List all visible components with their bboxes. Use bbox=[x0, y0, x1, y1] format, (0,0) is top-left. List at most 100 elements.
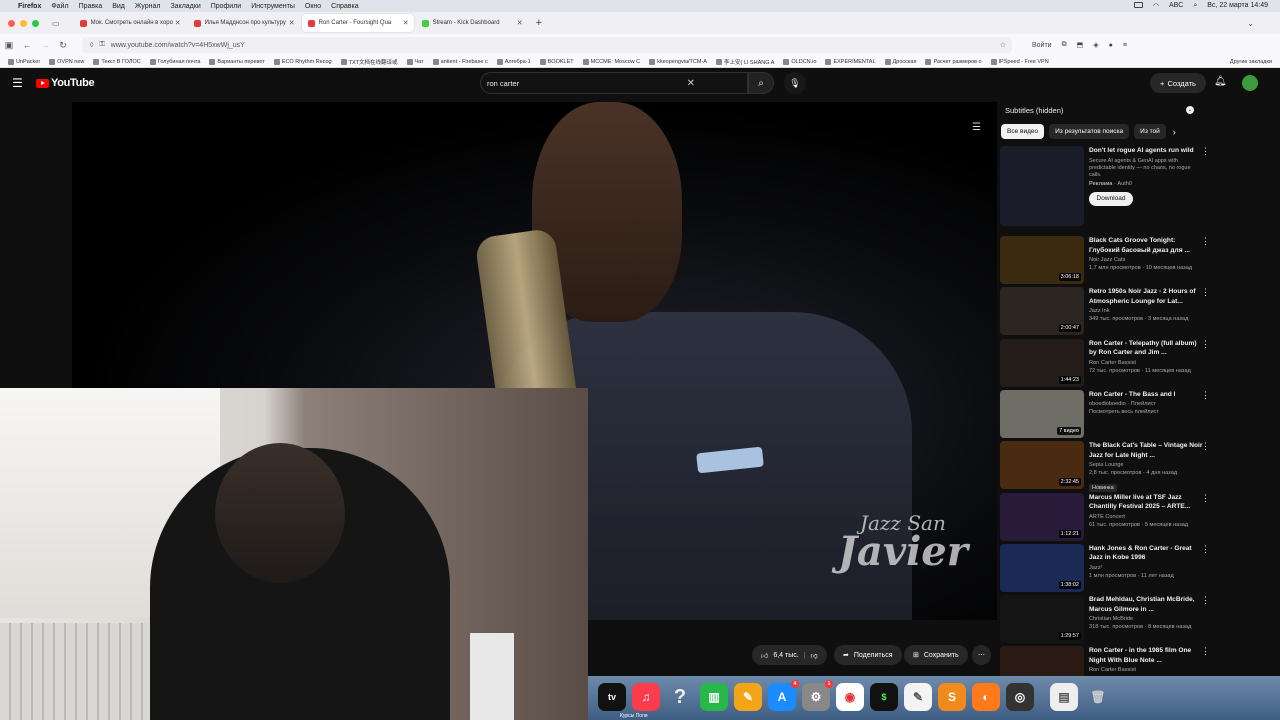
menu-tools[interactable]: Инструменты bbox=[251, 3, 295, 10]
tab-3-active[interactable]: Ron Carter - Foursight Qua ✕ bbox=[301, 14, 414, 32]
close-tab-icon[interactable]: ✕ bbox=[517, 19, 523, 27]
tab-4[interactable]: Stream - Kick Dashboard ✕ bbox=[416, 14, 528, 32]
video-thumbnail[interactable]: 7 видео bbox=[1000, 389, 1084, 438]
menu-help[interactable]: Справка bbox=[331, 3, 358, 10]
menubar-datetime[interactable]: Вс, 22 марта 14:49 bbox=[1207, 2, 1268, 10]
video-thumbnail[interactable]: 3:06:18 bbox=[1000, 236, 1084, 284]
video-title[interactable]: Retro 1950s Noir Jazz - 2 Hours of Atmos… bbox=[1089, 287, 1203, 306]
bookmark-item[interactable]: BOOKLET bbox=[539, 58, 574, 65]
bookmark-item[interactable]: Голубиная почта bbox=[149, 58, 200, 65]
ad-title[interactable]: Don't let rogue AI agents run wild bbox=[1089, 146, 1203, 156]
thumbs-down-icon[interactable]: 👎︎ bbox=[811, 651, 818, 660]
more-icon[interactable]: ⋮ bbox=[1201, 595, 1210, 606]
chip-from-channel[interactable]: Из той bbox=[1134, 124, 1166, 139]
subtitles-panel-header[interactable]: Subtitles (hidden) ⌄ bbox=[998, 102, 1280, 118]
bookmark-item[interactable]: TXT文档在线翻译或 bbox=[340, 58, 398, 66]
recommended-video[interactable]: 1:12:21 Marcus Miller live at TSF Jazz Ch… bbox=[1000, 492, 1210, 541]
wifi-icon[interactable]: ◠ bbox=[1153, 2, 1159, 10]
chip-from-search[interactable]: Из результатов поиска bbox=[1049, 124, 1130, 139]
menu-history[interactable]: Журнал bbox=[135, 3, 161, 10]
bookmark-item[interactable]: IPSpeed - Free VPN bbox=[990, 58, 1049, 65]
channel-name[interactable]: Sepia Lounge bbox=[1089, 462, 1203, 468]
bookmark-item[interactable]: kkeopengvia/TCM-A bbox=[649, 58, 707, 65]
tab-1[interactable]: Мок. Смотреть онлайн в хоро ✕ bbox=[74, 14, 186, 32]
close-tab-icon[interactable]: ✕ bbox=[289, 19, 295, 27]
menu-bookmarks[interactable]: Закладки bbox=[170, 3, 200, 10]
menu-profiles[interactable]: Профили bbox=[211, 3, 241, 10]
video-thumbnail[interactable]: 2:32:45 bbox=[1000, 441, 1084, 490]
other-bookmarks[interactable]: Другие закладки bbox=[1230, 59, 1280, 65]
voice-search-button[interactable]: 🎙 bbox=[784, 72, 806, 94]
bookmark-item[interactable]: OVPN new bbox=[49, 58, 84, 65]
bookmark-item[interactable]: MCCME: Moscow C bbox=[582, 58, 640, 65]
recommended-video[interactable]: 2:32:45 The Black Cat's Table – Vintage N… bbox=[1000, 441, 1210, 494]
create-button[interactable]: + Создать bbox=[1150, 73, 1206, 93]
bookmark-item[interactable]: antient - Firebase c bbox=[432, 58, 488, 65]
chevron-right-icon[interactable]: › bbox=[1173, 127, 1176, 137]
recommended-video[interactable]: 3:06:18 Black Cats Groove Tonight: Глубок… bbox=[1000, 236, 1210, 284]
menu-file[interactable]: Файл bbox=[51, 3, 68, 10]
tab-2[interactable]: Илья Мадднсон про культуру ✕ bbox=[188, 14, 300, 32]
close-window-button[interactable] bbox=[8, 19, 15, 27]
textedit-icon[interactable]: ✎ bbox=[904, 683, 932, 711]
menu-window[interactable]: Окно bbox=[305, 3, 321, 10]
ad-thumbnail[interactable] bbox=[1000, 146, 1084, 226]
download-button[interactable]: Download bbox=[1089, 191, 1133, 206]
notifications-bell-icon[interactable]: 🔔︎ bbox=[1214, 76, 1227, 87]
bookmark-star-icon[interactable]: ☆ bbox=[1000, 41, 1012, 49]
chrome-icon[interactable]: ◉ bbox=[836, 683, 864, 711]
more-icon[interactable]: ⋮ bbox=[1201, 146, 1210, 157]
video-title[interactable]: Black Cats Groove Tonight: Глубокий басо… bbox=[1089, 236, 1203, 255]
url-bar[interactable]: ◊ ⚿ www.youtube.com/watch?v=4H5xwWj_usY … bbox=[82, 37, 1012, 53]
document-icon[interactable]: ▤ bbox=[1050, 683, 1078, 711]
like-button[interactable]: 👍︎ 6,4 тыс. | 👎︎ bbox=[752, 645, 827, 665]
more-icon[interactable]: ⋮ bbox=[1201, 339, 1210, 350]
bookmark-item[interactable]: Чат bbox=[406, 58, 424, 65]
input-language[interactable]: ABC bbox=[1169, 2, 1183, 10]
tab-list-icon[interactable]: ⌄ bbox=[1247, 19, 1254, 28]
reload-icon[interactable]: ↻ bbox=[54, 40, 72, 51]
bookmark-item[interactable]: UnPacker bbox=[8, 58, 40, 65]
more-icon[interactable]: ⋮ bbox=[1201, 493, 1210, 504]
bookmark-item[interactable]: Дросская bbox=[884, 58, 916, 65]
new-tab-icon[interactable]: + bbox=[536, 17, 542, 29]
bookmark-item[interactable]: OLDCN.io bbox=[783, 58, 816, 65]
close-tab-icon[interactable]: ✕ bbox=[403, 19, 409, 27]
search-icon[interactable]: ⌕ bbox=[1193, 2, 1197, 10]
more-icon[interactable]: ⋮ bbox=[1201, 544, 1210, 555]
video-thumbnail[interactable]: 1:29:57 bbox=[1000, 595, 1084, 644]
video-thumbnail[interactable]: 1:44:23 bbox=[1000, 338, 1084, 387]
video-title[interactable]: Ron Carter - The Bass and I bbox=[1089, 390, 1203, 400]
more-icon[interactable]: ⋮ bbox=[1201, 287, 1210, 298]
forward-icon[interactable]: → bbox=[36, 40, 54, 50]
apple-tv-icon[interactable]: tv bbox=[598, 683, 626, 711]
channel-name[interactable]: Jazz Ink bbox=[1089, 308, 1203, 314]
recommended-video[interactable]: 1:38:02 Hank Jones & Ron Carter - Great J… bbox=[1000, 543, 1210, 592]
extension-icon[interactable]: ⧉ bbox=[1062, 41, 1067, 49]
system-settings-icon[interactable]: ⚙ 1 bbox=[802, 680, 833, 711]
recommended-video[interactable]: 2:00:47 Retro 1950s Noir Jazz - 2 Hours o… bbox=[1000, 287, 1210, 336]
video-title[interactable]: Brad Mehldau, Christian McBride, Marcus … bbox=[1089, 595, 1203, 614]
extension-icon[interactable]: ◈ bbox=[1093, 41, 1098, 49]
search-button[interactable]: ⌕ bbox=[748, 72, 774, 94]
numbers-icon[interactable]: ▥ bbox=[700, 683, 728, 711]
video-title[interactable]: Marcus Miller live at TSF Jazz Chantilly… bbox=[1089, 493, 1203, 512]
bookmark-item[interactable]: Расчет размеров о bbox=[925, 58, 982, 65]
extension-icon[interactable]: ● bbox=[1109, 42, 1113, 49]
channel-name[interactable]: Ron Carter Bassist bbox=[1089, 360, 1203, 366]
video-thumbnail[interactable]: 2:00:47 bbox=[1000, 287, 1084, 336]
pages-icon[interactable]: ✎ bbox=[734, 683, 762, 711]
trash-icon[interactable]: 🗑︎ bbox=[1084, 683, 1112, 711]
chevron-down-icon[interactable]: ⌄ bbox=[1186, 106, 1194, 114]
search-input[interactable]: ron carter ✕ bbox=[480, 72, 748, 94]
chip-all[interactable]: Все видео bbox=[1001, 124, 1045, 139]
hamburger-menu-icon[interactable]: ☰ bbox=[12, 76, 36, 90]
save-button[interactable]: ⊞ Сохранить bbox=[904, 645, 968, 665]
url-text[interactable]: www.youtube.com/watch?v=4H5xwWj_usY bbox=[111, 42, 245, 49]
terminal-icon[interactable]: $ bbox=[870, 683, 898, 711]
video-thumbnail[interactable]: 1:12:21 bbox=[1000, 492, 1084, 541]
menu-edit[interactable]: Правка bbox=[79, 3, 103, 10]
recommended-video[interactable]: 1:29:57 Brad Mehldau, Christian McBride, … bbox=[1000, 595, 1210, 644]
menu-icon[interactable]: ≡ bbox=[1123, 42, 1127, 49]
bookmark-item[interactable]: EXPERIMENTAL bbox=[825, 58, 876, 65]
